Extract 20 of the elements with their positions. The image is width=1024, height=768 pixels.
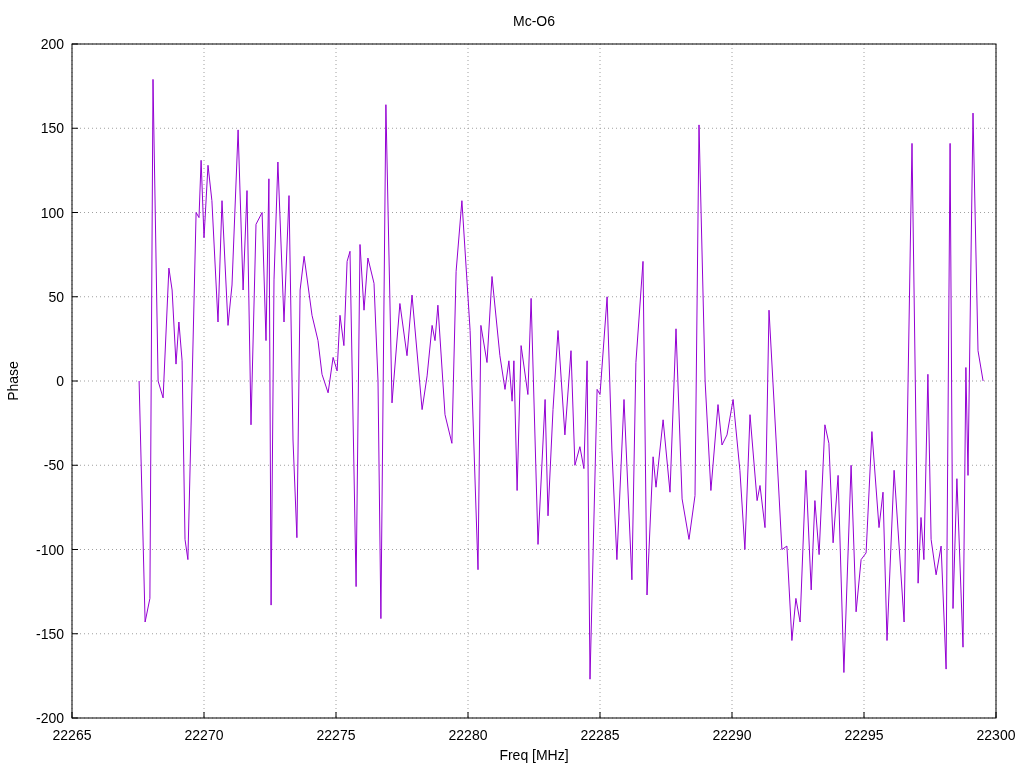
- x-tick-label: 22265: [52, 727, 92, 743]
- y-axis-title: Phase: [5, 361, 21, 401]
- x-tick-label: 22300: [976, 727, 1016, 743]
- x-tick-label: 22290: [712, 727, 752, 743]
- y-tick-label: -100: [35, 541, 64, 558]
- y-tick-label: 200: [40, 36, 64, 52]
- x-tick-label: 22285: [580, 727, 620, 743]
- y-tick-label: 0: [56, 373, 64, 389]
- chart-title: Mc-O6: [513, 13, 555, 29]
- x-tick-label: 22270: [184, 727, 224, 743]
- y-tick-label: 50: [48, 288, 64, 305]
- y-tick-label: -150: [35, 625, 64, 642]
- y-tick-label: 100: [40, 204, 64, 221]
- x-tick-label: 22275: [316, 727, 356, 743]
- x-tick-label: 22295: [844, 727, 884, 743]
- y-tick-label: -200: [35, 710, 64, 726]
- y-tick-label: -50: [43, 457, 64, 474]
- x-axis-title: Freq [MHz]: [499, 747, 569, 763]
- y-tick-label: 150: [40, 120, 64, 137]
- x-tick-label: 22280: [448, 727, 488, 743]
